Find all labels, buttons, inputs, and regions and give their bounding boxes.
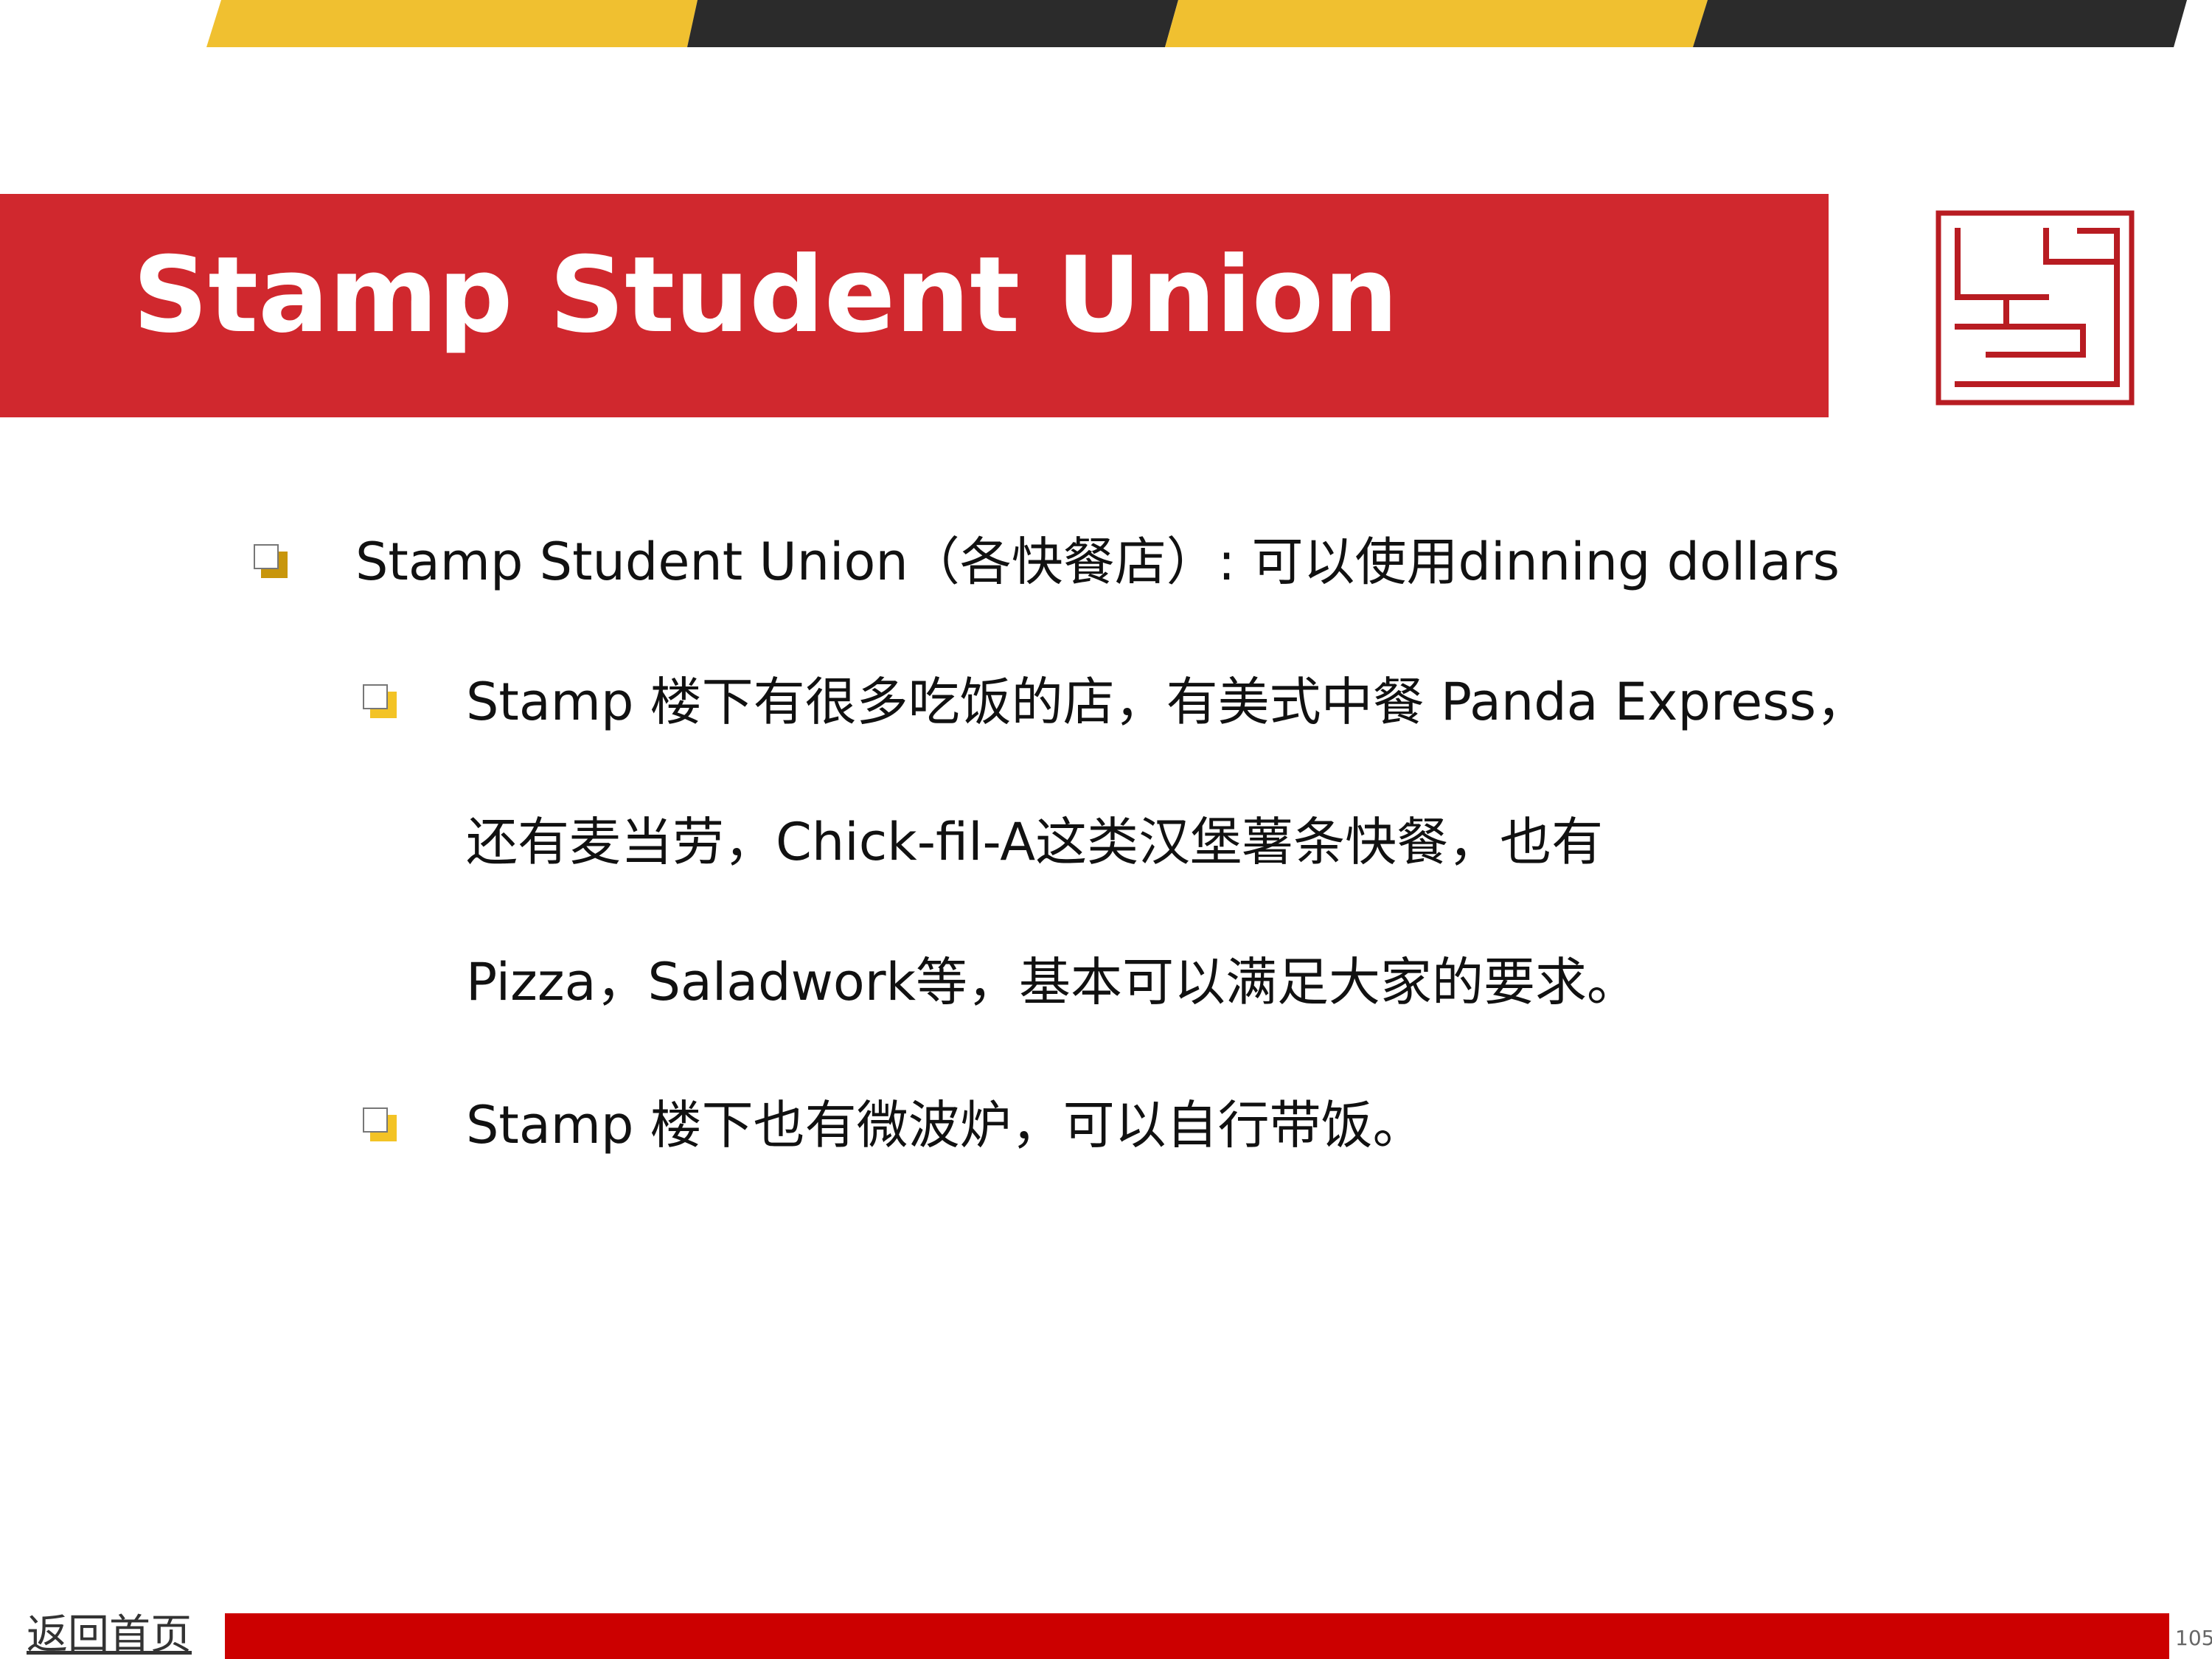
stripe-dark-1 — [687, 0, 1178, 47]
bullet-item-3: Stamp 楼下也有微波炉，可以自行带饭。 — [466, 1095, 1425, 1155]
bullet-square-icon — [363, 684, 397, 718]
page-number: 105 — [2175, 1626, 2212, 1650]
seal-stroke-1 — [1955, 228, 2049, 300]
stripe-yellow-2 — [1165, 0, 1708, 47]
bullet-item-2-line-1: Stamp 楼下有很多吃饭的店，有美式中餐 Panda Express， — [466, 672, 1868, 732]
bullet-square-icon — [363, 1107, 397, 1141]
maze-seal-logo-icon — [1935, 210, 2135, 406]
bullet-item-2-line-2: 还有麦当劳，Chick-fil-A这类汉堡薯条快餐，也有 — [466, 812, 1604, 872]
bullet-item-2-line-3: Pizza，Saladwork等，基本可以满足大家的要求。 — [466, 952, 1639, 1012]
seal-stroke-3 — [1955, 228, 2120, 387]
stripe-dark-2 — [1693, 0, 2187, 47]
bullet-item-1: Stamp Student Union（各快餐店）: 可以使用dinning d… — [355, 532, 1840, 592]
seal-stroke-2 — [2043, 228, 2120, 265]
home-link[interactable]: 返回首页 — [27, 1615, 192, 1656]
slide-title: Stamp Student Union — [133, 234, 1399, 356]
seal-border — [1935, 210, 2135, 406]
top-stripes — [206, 0, 2187, 47]
seal-stroke-4 — [1955, 324, 2086, 358]
bullet-square-icon — [254, 544, 288, 578]
bottom-bar — [225, 1613, 2169, 1659]
stripe-yellow-1 — [206, 0, 698, 47]
